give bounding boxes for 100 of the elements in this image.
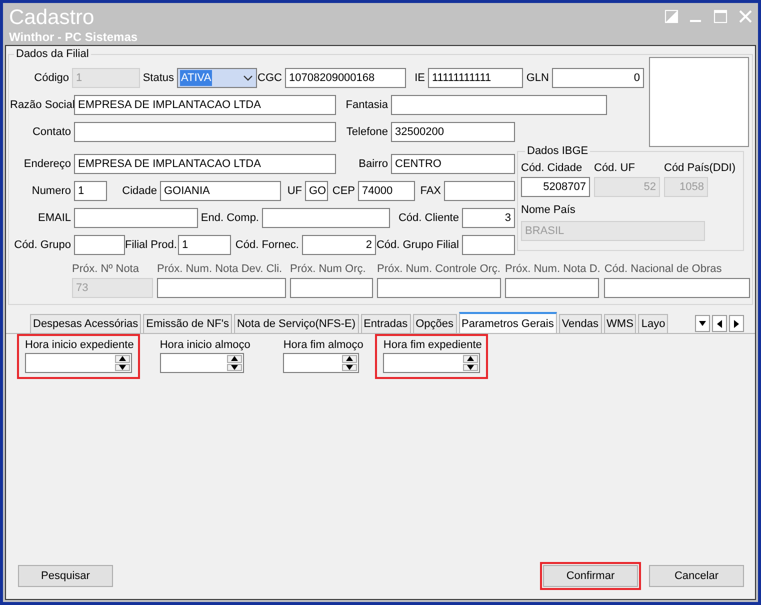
tab[interactable]: Despesas Acessórias <box>30 314 142 333</box>
caret-down-icon <box>699 321 706 326</box>
field-label: Cód. Nacional de Obras <box>604 262 723 276</box>
input-field[interactable]: EMPRESA DE IMPLANTACAO LTDA <box>74 95 336 115</box>
field-label: IE <box>414 72 426 84</box>
chevron-down-icon <box>243 75 253 81</box>
time-spin-field[interactable] <box>25 353 132 373</box>
spin-up-button[interactable] <box>342 355 358 362</box>
field-label: Telefone <box>345 126 389 138</box>
field-label: Hora fim expediente <box>383 338 482 352</box>
spin-up-button[interactable] <box>226 355 242 362</box>
input-field[interactable] <box>444 181 515 201</box>
group-title: Dados IBGE <box>526 145 590 158</box>
input-field[interactable] <box>74 235 125 255</box>
window-subtitle: Winthor - PC Sistemas <box>9 30 138 44</box>
field-label: Bairro <box>358 158 389 170</box>
field-label: Código <box>33 72 70 84</box>
input-field[interactable]: 74000 <box>358 181 415 201</box>
input-field[interactable]: 11111111111 <box>428 68 523 88</box>
input-field[interactable] <box>377 278 501 298</box>
field-label: Cód. Cidade <box>521 161 584 175</box>
field-label: End. Comp. <box>200 212 260 224</box>
input-field[interactable] <box>604 278 750 298</box>
caret-down-icon <box>119 364 126 370</box>
caret-up-icon <box>119 356 126 362</box>
input-field[interactable]: 5208707 <box>521 177 590 197</box>
time-spin-field[interactable] <box>160 353 244 373</box>
field-label: Próx. Num. Controle Orç. <box>377 262 501 276</box>
tab-scroll-right-button[interactable] <box>729 315 744 332</box>
field-label: Filial Prod. <box>125 239 178 251</box>
input-field[interactable]: CENTRO <box>391 154 515 174</box>
field-label: Cód. UF <box>594 161 636 175</box>
input-field[interactable]: 0 <box>552 68 644 88</box>
input-field[interactable] <box>74 122 336 142</box>
caret-down-icon <box>346 364 354 370</box>
caret-up-icon <box>230 356 238 362</box>
field-label: Status <box>142 72 175 84</box>
spin-down-button[interactable] <box>226 364 242 371</box>
input-field[interactable] <box>505 278 599 298</box>
input-field[interactable] <box>462 235 515 255</box>
field-label: Próx. Num. Nota D. <box>505 262 600 276</box>
field-label: FAX <box>419 185 442 197</box>
tab-list-button[interactable] <box>695 315 710 332</box>
input-field[interactable]: EMPRESA DE IMPLANTACAO LTDA <box>74 154 336 174</box>
tab-scroll-left-button[interactable] <box>712 315 727 332</box>
field-label: Próx. Num. Nota Dev. Cli. <box>157 262 284 276</box>
field-label: Razão Social <box>10 99 74 111</box>
tab[interactable]: Parametros Gerais <box>458 312 557 333</box>
action-button[interactable]: Pesquisar <box>18 565 113 587</box>
input-field[interactable]: 2 <box>302 235 376 255</box>
field-label: Cód País(DDI) <box>664 161 736 175</box>
input-field[interactable]: GO <box>305 181 328 201</box>
field-label: Cód. Grupo Filial <box>376 239 460 251</box>
caret-down-icon <box>467 364 474 370</box>
input-field[interactable] <box>262 208 390 228</box>
input-field[interactable]: 3 <box>462 208 515 228</box>
tab[interactable]: Opções <box>412 314 457 333</box>
field-label: Nome País <box>521 203 576 217</box>
input-field[interactable] <box>290 278 373 298</box>
field-label: Hora fim almoço <box>283 338 364 352</box>
field-label: Numero <box>30 185 72 197</box>
spin-down-button[interactable] <box>342 364 358 371</box>
input-field[interactable]: GOIANIA <box>160 181 281 201</box>
caret-up-icon <box>467 356 474 362</box>
input-field[interactable] <box>391 95 607 115</box>
tab[interactable]: Vendas <box>558 314 602 333</box>
caret-down-icon <box>230 364 238 370</box>
field-label: Próx. Num Orç. <box>290 262 367 276</box>
field-label: Contato <box>31 126 72 138</box>
field-label: CEP <box>331 185 356 197</box>
field-label: Cód. Cliente <box>397 212 460 224</box>
time-spin-field[interactable] <box>383 353 480 373</box>
tab[interactable]: Nota de Serviço(NFS-E) <box>234 314 359 333</box>
input-field[interactable]: 1 <box>178 235 231 255</box>
action-button[interactable]: Confirmar <box>543 565 638 587</box>
tab[interactable]: WMS <box>604 314 636 333</box>
spin-up-button[interactable] <box>115 355 130 362</box>
field-label: Próx. Nº Nota <box>72 262 140 276</box>
caret-right-icon <box>734 320 739 328</box>
group-title: Dados da Filial <box>15 48 90 61</box>
field-label: Fantasia <box>344 99 389 111</box>
spin-down-button[interactable] <box>115 364 130 371</box>
field-label: Cód. Fornec. <box>234 239 300 251</box>
input-field[interactable] <box>157 278 286 298</box>
status-select[interactable]: ATIVA <box>177 68 257 88</box>
input-field[interactable]: 10708209000168 <box>285 68 406 88</box>
field-label: EMAIL <box>36 212 72 224</box>
tab[interactable]: Emissão de NF's <box>143 314 232 333</box>
field-label: Cód. Grupo <box>13 239 72 251</box>
input-field[interactable]: 32500200 <box>391 122 515 142</box>
input-field[interactable]: 1 <box>74 181 107 201</box>
field-label: CGC <box>257 72 283 84</box>
spin-down-button[interactable] <box>463 364 478 371</box>
tab[interactable]: Layo <box>638 314 668 333</box>
action-button[interactable]: Cancelar <box>649 565 744 587</box>
time-spin-field[interactable] <box>283 353 360 373</box>
input-field[interactable] <box>74 208 198 228</box>
caret-left-icon <box>717 320 722 328</box>
spin-up-button[interactable] <box>463 355 478 362</box>
tab[interactable]: Entradas <box>360 314 411 333</box>
